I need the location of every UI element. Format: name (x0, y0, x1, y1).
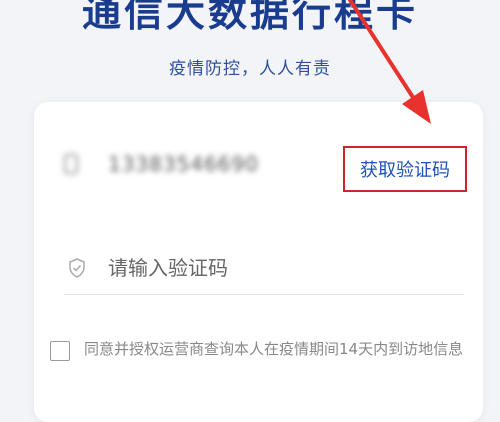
app-subtitle: 疫情防控，人人有责 (169, 59, 331, 79)
verification-code-input[interactable] (108, 248, 448, 288)
phone-number-value[interactable]: 13383546690 (108, 152, 259, 176)
shield-icon (69, 258, 85, 278)
get-code-button[interactable]: 获取验证码 (343, 146, 467, 192)
verification-code-row (64, 244, 464, 295)
app-title: 通信大数据行程卡 (81, 0, 418, 36)
agreement-checkbox[interactable] (50, 341, 70, 361)
agreement-text: 同意并授权运营商查询本人在疫情期间14天内到访地信息 (84, 340, 464, 358)
phone-icon (64, 154, 78, 174)
